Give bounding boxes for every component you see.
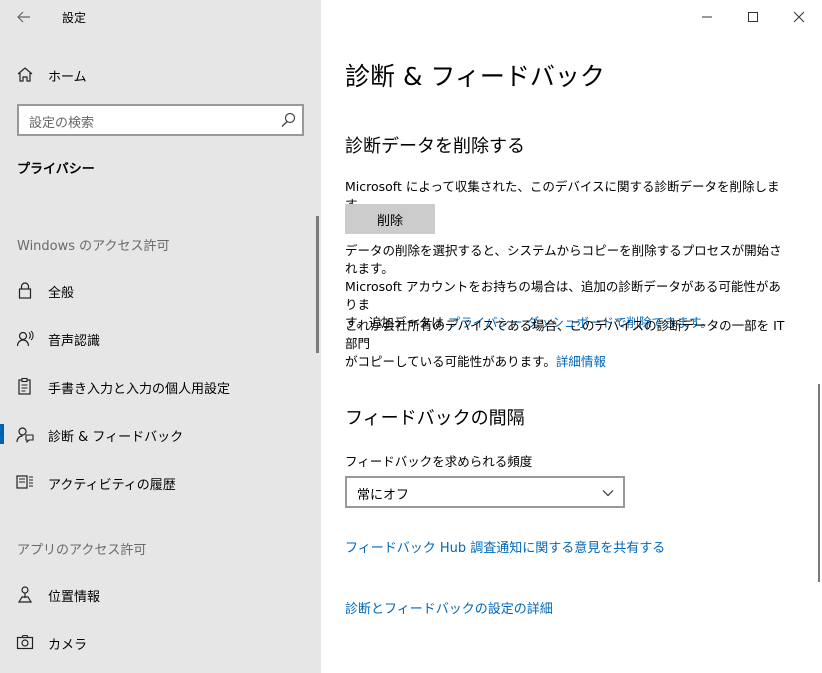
title-bar: 設定 [0,0,321,34]
speech-icon [16,330,34,347]
back-button[interactable] [10,4,38,30]
active-indicator [0,424,4,444]
sidebar-item-general[interactable]: 全般 [0,270,321,310]
chevron-down-icon [602,490,614,497]
clipboard-icon [18,377,31,395]
window-controls [684,0,822,34]
search-placeholder: 設定の検索 [29,116,95,131]
section-title: プライバシー [17,162,95,177]
sidebar-item-label: 位置情報 [48,590,101,605]
feedback-frequency-heading: フィードバックの間隔 [345,408,525,429]
sidebar-item-speech[interactable]: 音声認識 [0,318,321,358]
group-label-windows-permissions: Windows のアクセス許可 [17,239,170,254]
delete-info-line-2: Microsoft アカウントをお持ちの場合は、追加の診断データがある可能性があ… [345,279,781,312]
minimize-icon [702,16,712,18]
search-icon [281,112,296,127]
company-device-line-1: これが会社所有のデバイスである場合、このデバイスの診断データの一部を IT 部門 [345,318,785,351]
camera-icon [16,634,34,650]
sidebar: 設定 ホーム 設定の検索 プライバシー Windows のアクセス許可 全般 音… [0,0,321,673]
sidebar-item-home[interactable]: ホーム [0,57,321,91]
sidebar-item-diagnostics-feedback[interactable]: 診断 & フィードバック [0,414,321,454]
feedback-icon [16,427,34,443]
delete-section-heading: 診断データを削除する [345,136,525,157]
company-device-line-2: がコピーしている可能性があります。詳細情報 [345,353,793,371]
company-device-paragraph: これが会社所有のデバイスである場合、このデバイスの診断データの一部を IT 部門… [345,317,793,371]
maximize-button[interactable] [730,0,776,34]
page-title: 診断 & フィードバック [345,62,605,91]
feedback-frequency-dropdown[interactable]: 常にオフ [345,476,625,508]
sidebar-item-location[interactable]: 位置情報 [0,574,321,614]
learn-more-link[interactable]: 詳細情報 [556,354,606,369]
sidebar-item-label: 全般 [48,286,75,301]
minimize-button[interactable] [684,0,730,34]
group-label-app-permissions: アプリのアクセス許可 [17,543,147,558]
dropdown-selected-value: 常にオフ [357,488,410,503]
home-label: ホーム [48,70,87,85]
close-icon [793,11,805,23]
delete-info-line-1: データの削除を選択すると、システムからコピーを削除するプロセスが開始されます。 [345,243,782,276]
sidebar-item-inking-typing[interactable]: 手書き入力と入力の個人用設定 [0,366,321,406]
delete-button[interactable]: 削除 [345,204,435,234]
sidebar-item-label: 診断 & フィードバック [48,430,184,445]
activity-history-icon [16,475,33,489]
sidebar-item-label: アクティビティの履歴 [48,478,176,493]
sidebar-item-label: カメラ [48,638,88,653]
lock-icon [18,282,32,299]
sidebar-item-activity-history[interactable]: アクティビティの履歴 [0,462,321,502]
search-input[interactable]: 設定の検索 [17,104,304,136]
main-content: 診断 & フィードバック 診断データを削除する Microsoft によって収集… [321,0,822,673]
diagnostics-details-link[interactable]: 診断とフィードバックの設定の詳細 [345,598,553,617]
location-icon [17,586,33,603]
back-arrow-icon [17,11,30,23]
sidebar-item-camera[interactable]: カメラ [0,622,321,662]
sidebar-item-label: 音声認識 [48,334,101,349]
sidebar-scrollbar[interactable] [316,216,319,353]
maximize-icon [748,12,758,22]
home-icon [17,67,33,82]
feedback-frequency-label: フィードバックを求められる頻度 [345,454,533,469]
sidebar-item-label: 手書き入力と入力の個人用設定 [48,382,231,397]
close-button[interactable] [776,0,822,34]
app-title: 設定 [62,11,87,25]
main-scrollbar[interactable] [818,384,820,582]
company-device-line-2-prefix: がコピーしている可能性があります。 [345,354,556,369]
feedback-hub-link[interactable]: フィードバック Hub 調査通知に関する意見を共有する [345,537,665,556]
